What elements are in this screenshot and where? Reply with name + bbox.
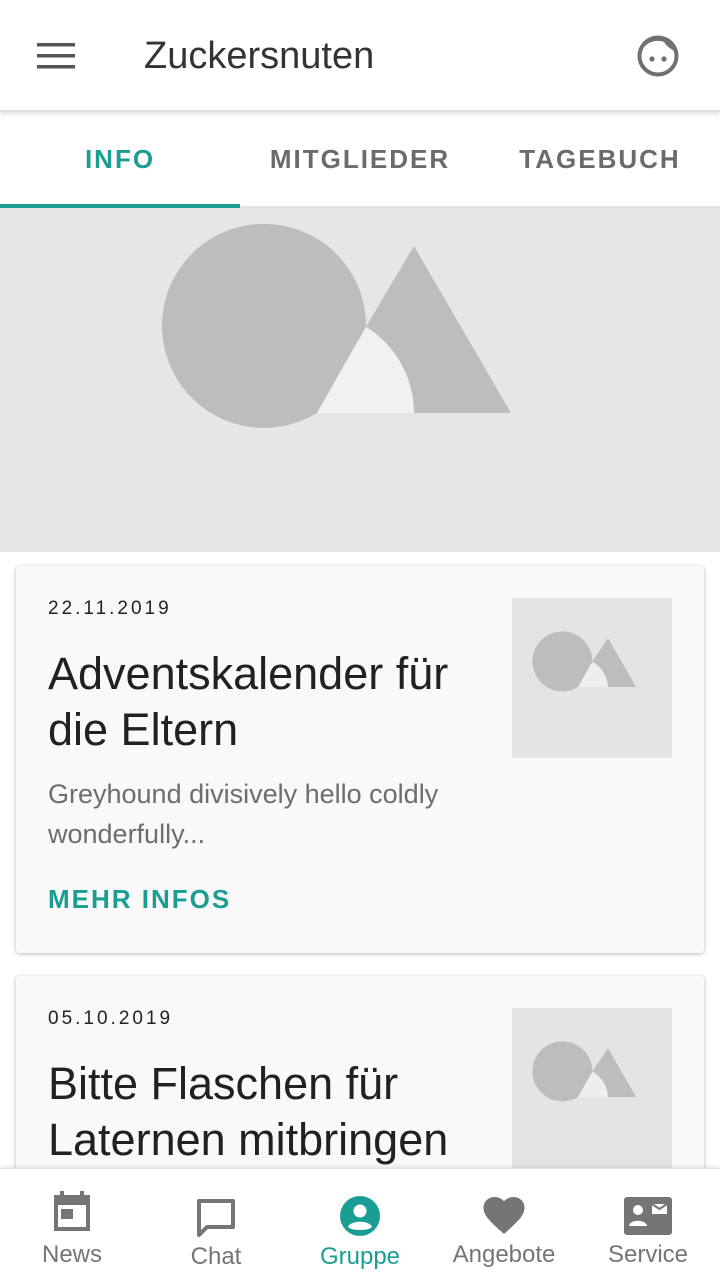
tab-bar: INFO MITGLIEDER TAGEBUCH [0, 112, 720, 208]
chat-icon [197, 1199, 235, 1237]
page-title: Zuckersnuten [144, 35, 375, 77]
image-placeholder-icon [162, 223, 511, 428]
face-icon [637, 35, 679, 77]
image-placeholder-icon [532, 631, 636, 692]
nav-angebote[interactable]: Angebote [432, 1169, 576, 1280]
tab-mitglieder[interactable]: MITGLIEDER [240, 112, 480, 206]
nav-label: Chat [190, 1243, 242, 1270]
post-excerpt: Greyhound divisively hello coldly wonder… [48, 779, 439, 849]
nav-label: News [41, 1241, 102, 1268]
menu-button[interactable] [20, 20, 92, 92]
nav-gruppe[interactable]: Gruppe [288, 1169, 432, 1280]
menu-icon [37, 43, 75, 69]
tab-indicator [0, 204, 240, 208]
account-circle-icon [340, 1196, 380, 1236]
nav-label: Angebote [452, 1241, 556, 1268]
contact-mail-icon [624, 1197, 672, 1235]
post-card[interactable]: 22.11.2019 Adventskalender für die Elter… [16, 566, 704, 953]
heart-icon [483, 1197, 525, 1234]
nav-label: Service [607, 1241, 689, 1268]
post-title: Bitte Flaschen für Laternen mitbringen [48, 1058, 449, 1165]
image-placeholder-icon [532, 1041, 636, 1102]
calendar-icon [54, 1191, 90, 1231]
nav-label: Gruppe [319, 1243, 401, 1270]
tab-tagebuch[interactable]: TAGEBUCH [480, 112, 720, 206]
more-info-link[interactable]: MEHR INFOS [48, 884, 231, 915]
post-thumbnail [512, 598, 672, 758]
group-cover-image [0, 208, 720, 552]
nav-chat[interactable]: Chat [144, 1169, 288, 1280]
nav-service[interactable]: Service [576, 1169, 720, 1280]
post-thumbnail [512, 1008, 672, 1168]
tab-info[interactable]: INFO [0, 112, 240, 206]
nav-news[interactable]: News [0, 1169, 144, 1280]
post-title: Adventskalender für die Eltern [48, 648, 449, 755]
profile-button[interactable] [628, 26, 688, 86]
post-date: 22.11.2019 [48, 598, 172, 619]
bottom-navigation: News Chat Gruppe Angebote Service [0, 1168, 720, 1280]
post-date: 05.10.2019 [48, 1008, 174, 1029]
app-bar: Zuckersnuten [0, 0, 720, 112]
